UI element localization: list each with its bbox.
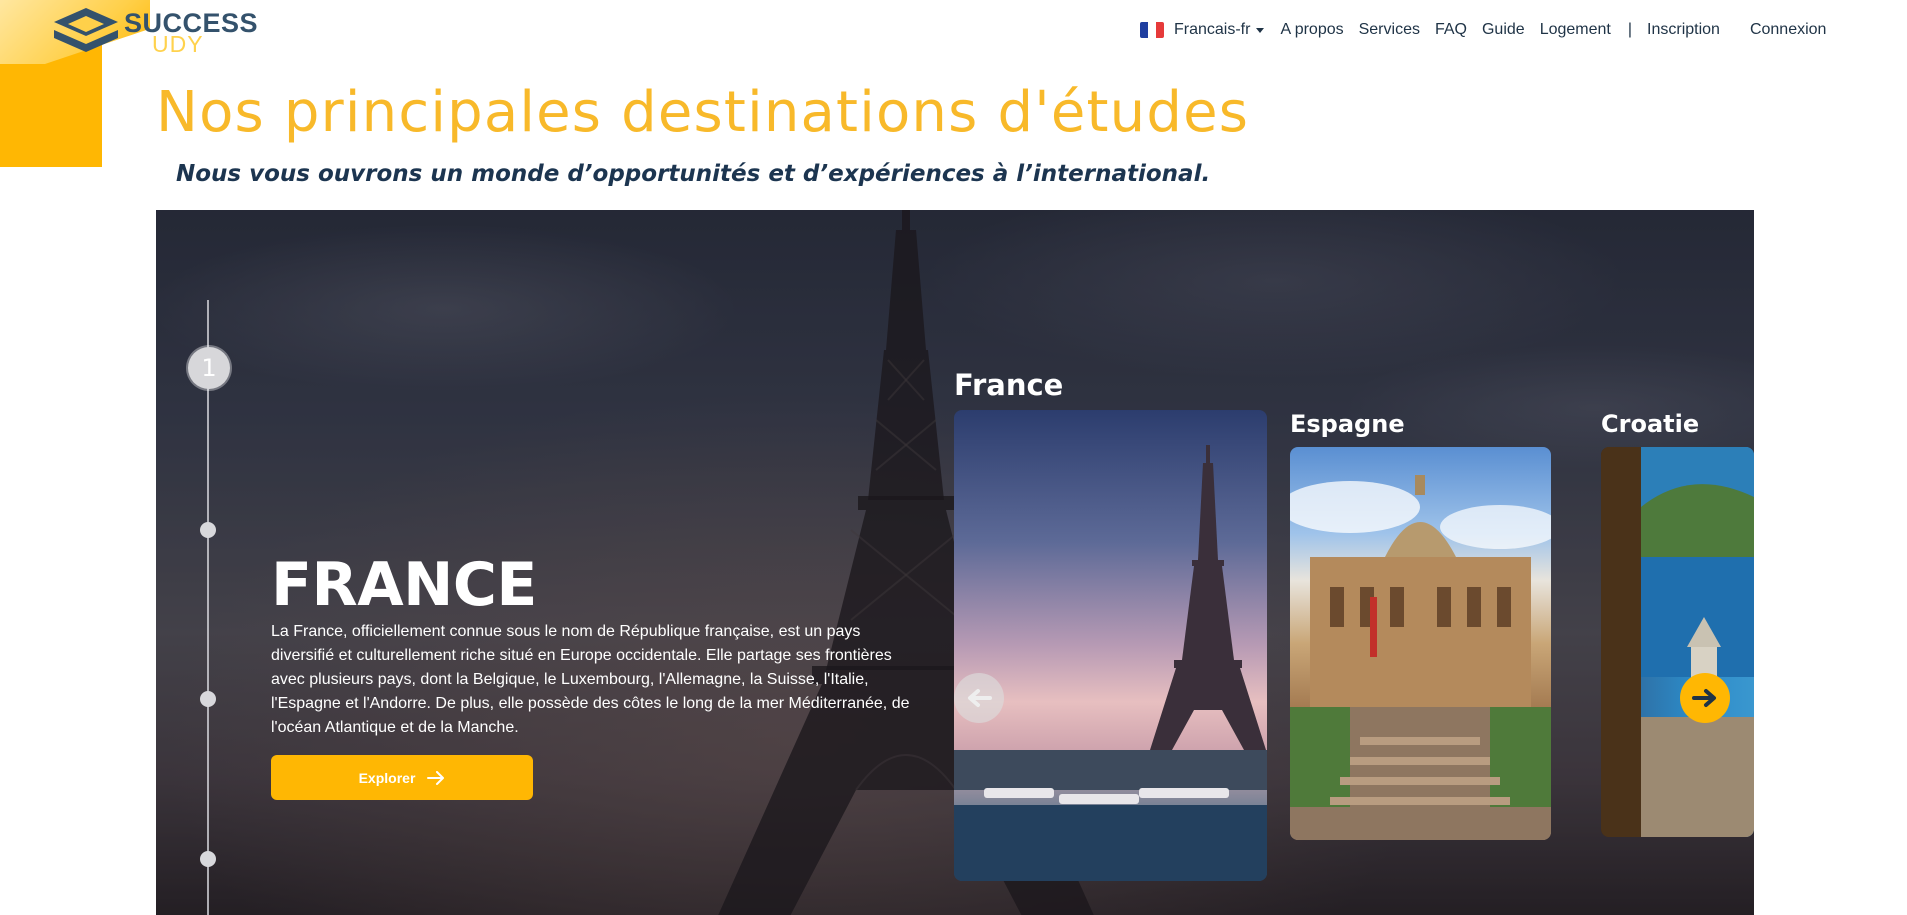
carousel-prev-button[interactable] (954, 673, 1004, 723)
caret-down-icon (1256, 27, 1265, 33)
nav-link-services[interactable]: Services (1359, 21, 1420, 39)
logo-text-secondary: UDY (152, 31, 204, 57)
nav-link-logement[interactable]: Logement (1540, 21, 1611, 39)
timeline-step-active[interactable]: 1 (188, 347, 230, 389)
nav-link-inscription[interactable]: Inscription (1647, 21, 1720, 39)
arrow-right-icon (427, 770, 445, 785)
language-selector[interactable]: Francais-fr (1140, 21, 1265, 39)
timeline-step-dot[interactable] (200, 522, 216, 538)
card-label-espagne: Espagne (1290, 410, 1405, 438)
carousel-next-button[interactable] (1680, 673, 1730, 723)
nav-link-guide[interactable]: Guide (1482, 21, 1525, 39)
nav-separator: | (1627, 21, 1633, 38)
timeline-step-dot[interactable] (200, 691, 216, 707)
country-heading: FRANCE (271, 550, 537, 620)
country-description: La France, officiellement connue sous le… (271, 623, 910, 736)
france-card-image (954, 445, 1267, 881)
logo[interactable]: SUCCESS UDY (46, 4, 258, 57)
nav-link-faq[interactable]: FAQ (1435, 21, 1467, 39)
france-flag-icon (1140, 22, 1164, 38)
card-label-france: France (954, 368, 1064, 402)
nav-link-connexion[interactable]: Connexion (1750, 21, 1827, 39)
timeline-line (207, 300, 209, 915)
nav-link-a-propos[interactable]: A propos (1280, 21, 1343, 39)
destination-card-espagne[interactable] (1290, 447, 1551, 840)
main-nav: Francais-fr A propos Services FAQ Guide … (1140, 18, 1841, 42)
destination-card-france[interactable] (954, 410, 1267, 881)
croatie-card-image (1601, 447, 1754, 837)
arrow-left-icon (968, 689, 992, 707)
arrow-right-icon (1692, 689, 1716, 707)
logo-mark-icon (54, 8, 118, 52)
page-title: Nos principales destinations d'études (156, 80, 1250, 145)
destination-card-croatie[interactable] (1601, 447, 1754, 837)
page-subtitle: Nous vous ouvrons un monde d’opportunité… (176, 161, 1211, 187)
language-label: Francais-fr (1174, 21, 1251, 38)
card-label-croatie: Croatie (1601, 410, 1700, 438)
timeline-step-dot[interactable] (200, 851, 216, 867)
explore-button-label: Explorer (358, 769, 416, 786)
explore-button[interactable]: Explorer (271, 755, 533, 800)
destinations-hero: 1 FRANCE La France, officiellement connu… (156, 210, 1754, 915)
espagne-card-image (1290, 475, 1551, 840)
